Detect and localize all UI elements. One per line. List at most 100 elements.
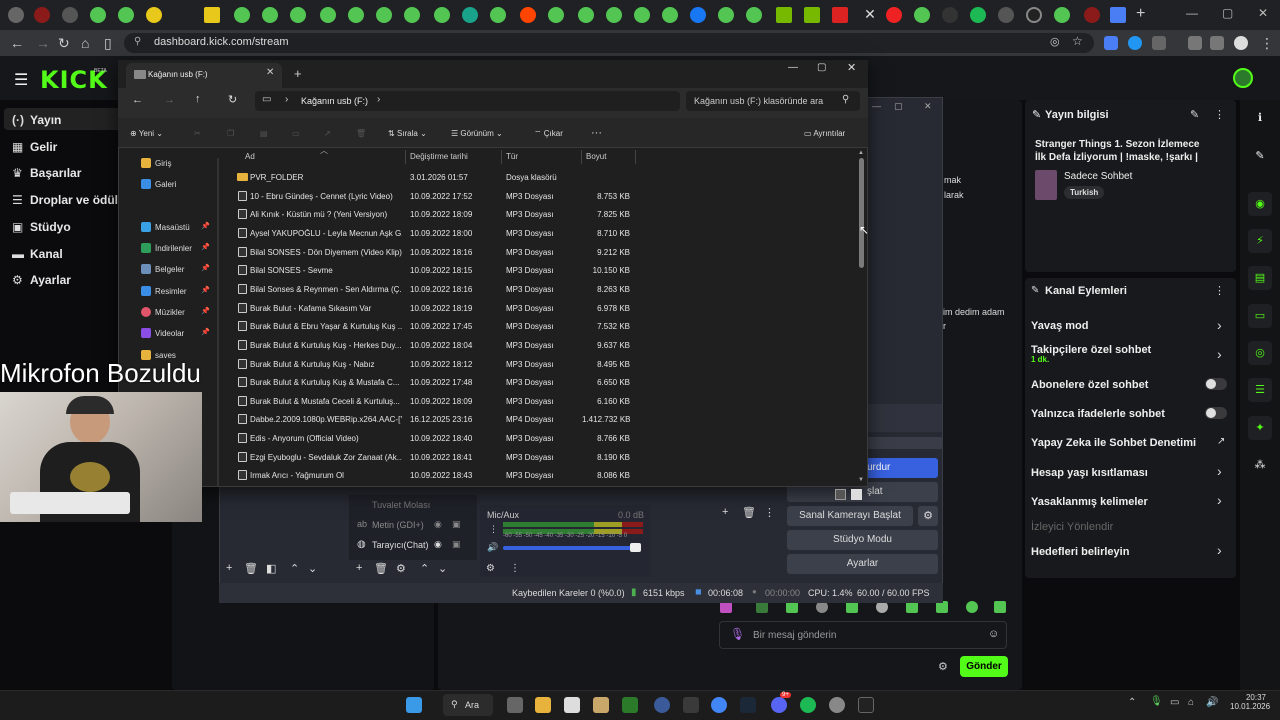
column-header-type[interactable]: Tür (506, 152, 518, 161)
forward-icon[interactable]: → (164, 94, 175, 106)
volume-slider-handle[interactable] (630, 543, 641, 552)
tab-favicon[interactable] (776, 7, 792, 23)
chat-settings-icon[interactable]: ⚙ (938, 660, 948, 673)
list-icon[interactable]: ☰ (1248, 378, 1272, 402)
microphone-tray-icon[interactable]: 🎙 (1150, 696, 1163, 707)
trash-icon[interactable]: 🗑 (244, 562, 258, 575)
scroll-up-icon[interactable]: ▲ (858, 150, 864, 156)
close-window-icon[interactable]: ✕ (847, 61, 856, 74)
file-row[interactable]: Burak Bulut & Kurtuluş Kuş - Herkes Duy.… (228, 336, 636, 354)
file-explorer-icon[interactable] (535, 697, 551, 713)
tab-favicon[interactable] (1026, 7, 1042, 23)
terminal-icon[interactable] (858, 697, 874, 713)
lock-icon[interactable]: ▣ (452, 519, 461, 530)
file-row[interactable]: Ali Kınık - Küstün mü ? (Yeni Versiyon) 1… (228, 205, 636, 223)
trash-icon[interactable]: 🗑 (374, 562, 388, 575)
column-header-name[interactable]: Ad (245, 152, 255, 161)
microphone-icon[interactable]: 🎙 (730, 627, 745, 641)
folder-row[interactable]: PVR_FOLDER 3.01.2026 01:57 Dosya klasörü (228, 168, 636, 186)
up-icon[interactable]: ↑ (195, 93, 201, 105)
tab-favicon[interactable] (118, 7, 134, 23)
close-window-icon[interactable]: ✕ (924, 101, 932, 112)
file-row[interactable]: 10 - Ebru Gündeş - Cennet (Lyric Video) 1… (228, 187, 636, 205)
file-row[interactable]: Bilal Sonses & Reynmen - Sen Aldırma (Ç.… (228, 280, 636, 298)
send-button[interactable]: Gönder (960, 656, 1008, 677)
file-row[interactable]: Burak Bulut & Kurtuluş Kuş - Nabız 10.09.… (228, 355, 636, 373)
delete-icon[interactable]: 🗑 (356, 129, 366, 138)
lightning-icon[interactable]: ⚡ (1248, 229, 1272, 253)
app-icon[interactable] (683, 697, 699, 713)
nav-item-ayarlar[interactable]: ⚙ Ayarlar (12, 273, 71, 287)
tab-favicon[interactable] (404, 7, 420, 23)
share-icon[interactable]: ↗ (324, 129, 331, 138)
tab-favicon[interactable] (434, 7, 450, 23)
reload-icon[interactable]: ↻ (58, 35, 70, 52)
apps-icon[interactable]: ⁂ (1248, 453, 1272, 477)
details-view-icon[interactable] (835, 489, 846, 500)
chevron-right-icon[interactable]: › (1217, 463, 1222, 479)
mixer-settings-icon[interactable]: ⚙ (486, 563, 495, 574)
more-vertical-icon[interactable]: ⋮ (1214, 108, 1225, 121)
focus-icon[interactable]: ◉ (1248, 192, 1272, 216)
action-emotes-only[interactable]: Yalnızca ifadelerle sohbet (1031, 408, 1165, 420)
tab-favicon[interactable] (8, 7, 24, 23)
store-icon[interactable] (564, 697, 580, 713)
chrome-icon[interactable] (711, 697, 727, 713)
file-row[interactable]: Burak Bulut & Kurtuluş Kuş & Mustafa C..… (228, 373, 636, 391)
windows-start-icon[interactable] (406, 697, 422, 713)
pen-icon[interactable]: ✎ (1248, 144, 1272, 168)
nav-item-yayin[interactable]: (·) Yayın (12, 113, 61, 127)
tab-favicon[interactable] (520, 7, 536, 23)
close-tab-icon[interactable]: ✕ (860, 4, 880, 24)
nav-gallery[interactable]: Galeri (141, 179, 176, 189)
tab-favicon[interactable] (832, 7, 848, 23)
extract-button[interactable]: ⌔ Çıkar (534, 129, 563, 139)
tab-favicon[interactable] (578, 7, 594, 23)
bookmark-star-icon[interactable]: ☆ (1072, 34, 1083, 48)
tab-favicon[interactable] (942, 7, 958, 23)
network-tray-icon[interactable]: ⌂ (1188, 697, 1194, 708)
clipboard-icon[interactable]: ▤ (1248, 266, 1272, 290)
chevron-right-icon[interactable]: › (1217, 317, 1222, 333)
nav-documents[interactable]: Belgeler (141, 264, 184, 274)
action-slow-mode[interactable]: Yavaş mod (1031, 320, 1088, 332)
omnibox[interactable]: ⚲ dashboard.kick.com/stream ◎ ☆ (124, 33, 1094, 53)
maximize-icon[interactable]: ▢ (1222, 6, 1233, 20)
app-icon[interactable] (622, 697, 638, 713)
tab-favicon[interactable] (606, 7, 622, 23)
tab-favicon[interactable] (290, 7, 306, 23)
close-tab-icon[interactable]: ✕ (266, 67, 274, 78)
spotify-icon[interactable] (970, 7, 986, 23)
minimize-icon[interactable]: — (872, 101, 881, 111)
task-view-icon[interactable] (507, 697, 523, 713)
chrome-menu-icon[interactable]: ⋮ (1260, 35, 1274, 52)
close-window-icon[interactable]: ✕ (1258, 6, 1268, 20)
chevron-right-icon[interactable]: › (1217, 542, 1222, 558)
file-row[interactable]: Aysel YAKUPOĞLU - Leyla Mecnun Aşk G... 1… (228, 224, 636, 242)
tab-favicon[interactable] (262, 7, 278, 23)
file-row[interactable]: Bilal SONSES - Dön Diyemem (Video Klip) 1… (228, 243, 636, 261)
pin-icon[interactable]: 📌 (201, 286, 210, 294)
rename-icon[interactable]: ▭ (292, 129, 300, 138)
tab-favicon[interactable] (718, 7, 734, 23)
tray-chevron-icon[interactable]: ⌃ (1128, 697, 1136, 708)
subscribers-only-toggle[interactable] (1205, 378, 1227, 390)
nav-item-basarilar[interactable]: ♛ Başarılar (12, 166, 81, 180)
url-text[interactable]: dashboard.kick.com/stream (154, 36, 289, 48)
action-goals[interactable]: Hedefleri belirleyin (1031, 546, 1129, 558)
wrench-icon[interactable]: ✦ (1248, 416, 1272, 440)
translate-icon[interactable] (1110, 7, 1126, 23)
nav-item-kanal[interactable]: ▬ Kanal (12, 247, 63, 261)
more-options-icon[interactable]: ··· (591, 127, 602, 139)
tab-favicon[interactable] (886, 7, 902, 23)
tab-favicon[interactable] (914, 7, 930, 23)
sort-button[interactable]: ⇅ Sırala ⌄ (388, 129, 427, 138)
volume-slider[interactable] (503, 546, 641, 550)
tiles-view-icon[interactable] (851, 489, 862, 500)
column-header-date[interactable]: Değiştirme tarihi (410, 152, 468, 161)
chevron-right-icon[interactable]: › (1217, 346, 1222, 362)
source-item[interactable]: Tuvalet Molası (372, 500, 430, 510)
speaker-icon[interactable]: 🔊 (487, 542, 498, 553)
file-row[interactable]: Burak Bulut & Ebru Yaşar & Kurtuluş Kuş … (228, 317, 636, 335)
nav-home[interactable]: Giriş (141, 158, 171, 168)
